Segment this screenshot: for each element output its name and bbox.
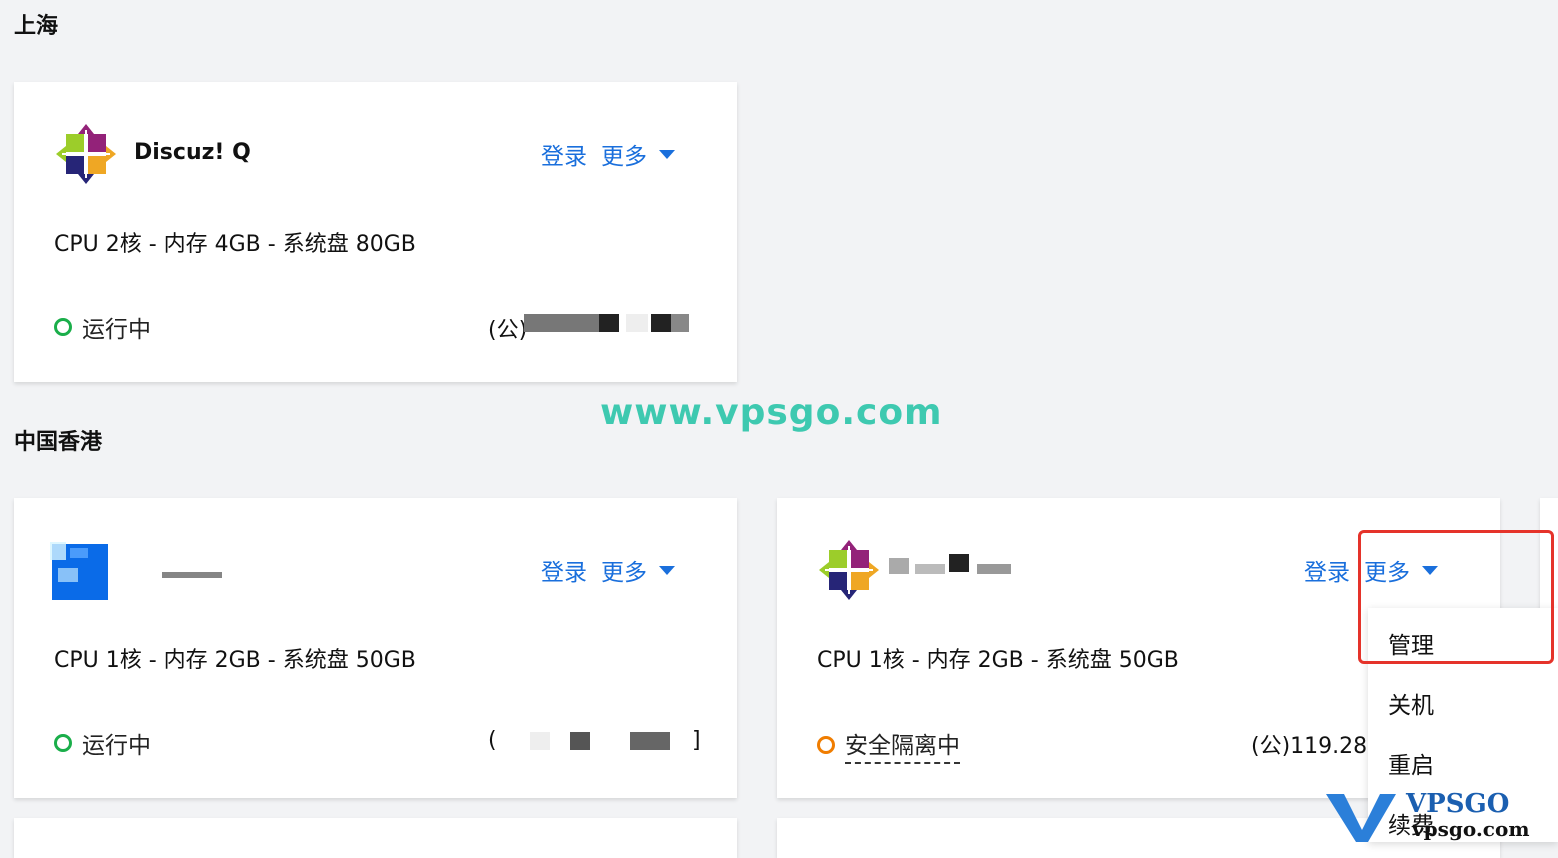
caret-down-icon: [659, 149, 675, 159]
centos-icon: [56, 124, 116, 184]
windows-icon: [50, 542, 108, 600]
more-label: 更多: [601, 560, 647, 586]
redacted-name: [162, 572, 222, 578]
logo-sub-text: vpsgo.com: [1411, 817, 1529, 841]
redacted-name: [887, 554, 1017, 580]
status-text: 运行中: [82, 733, 151, 759]
status-text: 运行中: [82, 317, 151, 343]
login-button[interactable]: 登录: [1304, 553, 1350, 587]
ip-address[interactable]: (: [488, 728, 497, 753]
isolated-status-icon: [817, 736, 835, 754]
more-button[interactable]: 更多: [601, 137, 675, 171]
status-indicator: 运行中: [54, 310, 151, 344]
annotation-highlight-box: [1358, 530, 1554, 664]
login-button[interactable]: 登录: [541, 137, 587, 171]
menu-item-shutdown[interactable]: 关机: [1388, 686, 1434, 720]
status-indicator: 运行中: [54, 726, 151, 760]
caret-down-icon: [659, 565, 675, 575]
status-text[interactable]: 安全隔离中: [845, 726, 960, 764]
running-status-icon: [54, 734, 72, 752]
menu-item-restart[interactable]: 重启: [1388, 746, 1434, 780]
ip-address-end: ]: [692, 728, 701, 753]
vpsgo-logo: VPSGO vpsgo.com: [1326, 789, 1529, 842]
instance-spec: CPU 1核 - 内存 2GB - 系统盘 50GB: [54, 648, 416, 673]
region-title-hongkong: 中国香港: [14, 430, 103, 455]
instance-name[interactable]: Discuz! Q: [134, 140, 251, 165]
instance-spec: CPU 1核 - 内存 2GB - 系统盘 50GB: [817, 648, 1179, 673]
instance-card: Discuz! Q 登录 更多 CPU 2核 - 内存 4GB - 系统盘 80…: [14, 82, 737, 382]
more-label: 更多: [601, 144, 647, 170]
more-button[interactable]: 更多: [601, 553, 675, 587]
instance-spec: CPU 2核 - 内存 4GB - 系统盘 80GB: [54, 232, 416, 257]
instance-card: [14, 818, 737, 858]
login-button[interactable]: 登录: [541, 553, 587, 587]
running-status-icon: [54, 318, 72, 336]
redacted-ip: [514, 314, 704, 334]
watermark-text: www.vpsgo.com: [600, 392, 943, 433]
ip-address[interactable]: (公)119.28.: [1251, 728, 1367, 760]
region-title-shanghai: 上海: [14, 14, 59, 39]
instance-actions: 登录 更多: [541, 553, 675, 587]
centos-icon: [819, 540, 879, 600]
status-indicator: 安全隔离中: [817, 726, 960, 764]
instance-card: 登录 更多 CPU 1核 - 内存 2GB - 系统盘 50GB 运行中 ( ]: [14, 498, 737, 798]
logo-main-text: VPSGO: [1405, 789, 1509, 819]
redacted-ip: [504, 732, 694, 752]
instance-actions: 登录 更多: [541, 137, 675, 171]
